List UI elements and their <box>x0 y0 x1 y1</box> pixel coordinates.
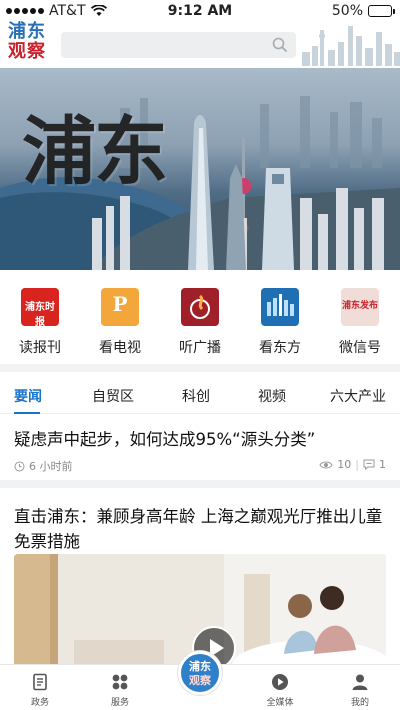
battery-percent: 50% <box>331 3 363 19</box>
home-logo-line-1: 浦东 <box>189 660 211 673</box>
comment-count: 1 <box>379 458 386 471</box>
quick-entry-tv[interactable]: P 看电视 <box>80 280 160 360</box>
bottom-tab-bar: 政务 服务 浦东 观察 全媒体 我的 <box>0 651 400 710</box>
radio-icon <box>181 288 219 326</box>
services-icon <box>112 674 128 690</box>
article-stats: 10 | 1 <box>319 458 386 471</box>
battery-icon <box>368 5 395 17</box>
quick-entry-wechat[interactable]: 浦东发布 微信号 <box>320 280 400 360</box>
nav-label: 政务 <box>30 698 49 708</box>
quick-entry-label: 听广播 <box>179 340 221 356</box>
tab-video[interactable]: 视频 <box>258 386 286 406</box>
quick-entry-label: 读报刊 <box>19 340 61 356</box>
wechat-icon: 浦东发布 <box>341 288 379 326</box>
app-logo[interactable]: 浦东 观察 <box>8 22 54 66</box>
quick-entry-label: 看东方 <box>259 340 301 356</box>
article-title[interactable]: 疑虑声中起步，如何达成95%“源头分类” <box>14 428 315 452</box>
clock-icon <box>14 461 25 471</box>
tab-free-trade-zone[interactable]: 自贸区 <box>92 386 134 406</box>
home-logo-icon[interactable]: 浦东 观察 <box>178 651 222 695</box>
tv-icon: P <box>101 288 139 326</box>
eye-icon <box>319 461 333 468</box>
article-title[interactable]: 直击浦东：兼顾身高年龄 上海之巅观光厅推出儿童免票措施 <box>14 504 386 554</box>
profile-icon <box>352 674 368 690</box>
nav-all-media[interactable]: 全媒体 <box>250 669 310 708</box>
quick-entry-label: 看电视 <box>99 340 141 356</box>
quick-entry-row: 浦东时报 读报刊 P 看电视 听广播 看东方 浦东发布 微信号 <box>0 280 400 360</box>
nav-label: 全媒体 <box>266 698 294 708</box>
quick-entry-east[interactable]: 看东方 <box>240 280 320 360</box>
category-tabs: 要闻 自贸区 科创 视频 六大产业 <box>0 372 400 414</box>
search-input[interactable] <box>61 32 296 58</box>
quick-entry-newspaper[interactable]: 浦东时报 读报刊 <box>0 280 80 360</box>
east-icon <box>261 288 299 326</box>
nav-profile[interactable]: 我的 <box>330 669 390 708</box>
news-list-item[interactable]: 疑虑声中起步，如何达成95%“源头分类” 6 小时前 10 | 1 <box>0 416 400 488</box>
active-tab-indicator <box>14 412 40 414</box>
nav-label: 我的 <box>350 698 369 708</box>
tab-sci-tech[interactable]: 科创 <box>182 386 210 406</box>
nav-services[interactable]: 服务 <box>90 669 150 708</box>
logo-line-2: 观察 <box>8 41 46 62</box>
search-icon[interactable] <box>272 37 288 53</box>
nav-label: 服务 <box>110 698 129 708</box>
logo-line-1: 浦东 <box>8 21 46 42</box>
app-header: 浦东 观察 <box>0 22 400 68</box>
nav-government[interactable]: 政务 <box>10 669 70 708</box>
newspaper-icon: 浦东时报 <box>21 288 59 326</box>
status-bar: AT&T 9:12 AM 50% <box>0 0 400 22</box>
banner-calligraphy: 浦东 <box>22 109 168 195</box>
skyline-decoration-icon <box>302 26 400 66</box>
quick-entry-label: 微信号 <box>339 340 381 356</box>
media-play-icon <box>272 674 288 690</box>
government-icon <box>33 673 47 691</box>
video-list-item[interactable]: 直击浦东：兼顾身高年龄 上海之巅观光厅推出儿童免票措施 <box>0 496 400 674</box>
section-divider <box>0 364 400 372</box>
home-logo-line-2: 观察 <box>189 674 211 687</box>
article-meta: 6 小时前 <box>14 458 73 474</box>
tab-six-industries[interactable]: 六大产业 <box>330 386 386 406</box>
tab-headlines[interactable]: 要闻 <box>14 386 42 406</box>
article-time: 6 小时前 <box>29 460 73 473</box>
view-count: 10 <box>337 458 352 471</box>
battery-group: 50% <box>331 3 395 19</box>
comment-icon[interactable] <box>363 459 375 470</box>
quick-entry-radio[interactable]: 听广播 <box>160 280 240 360</box>
stats-separator: | <box>355 458 359 471</box>
hero-banner[interactable]: 浦东 <box>0 68 400 270</box>
